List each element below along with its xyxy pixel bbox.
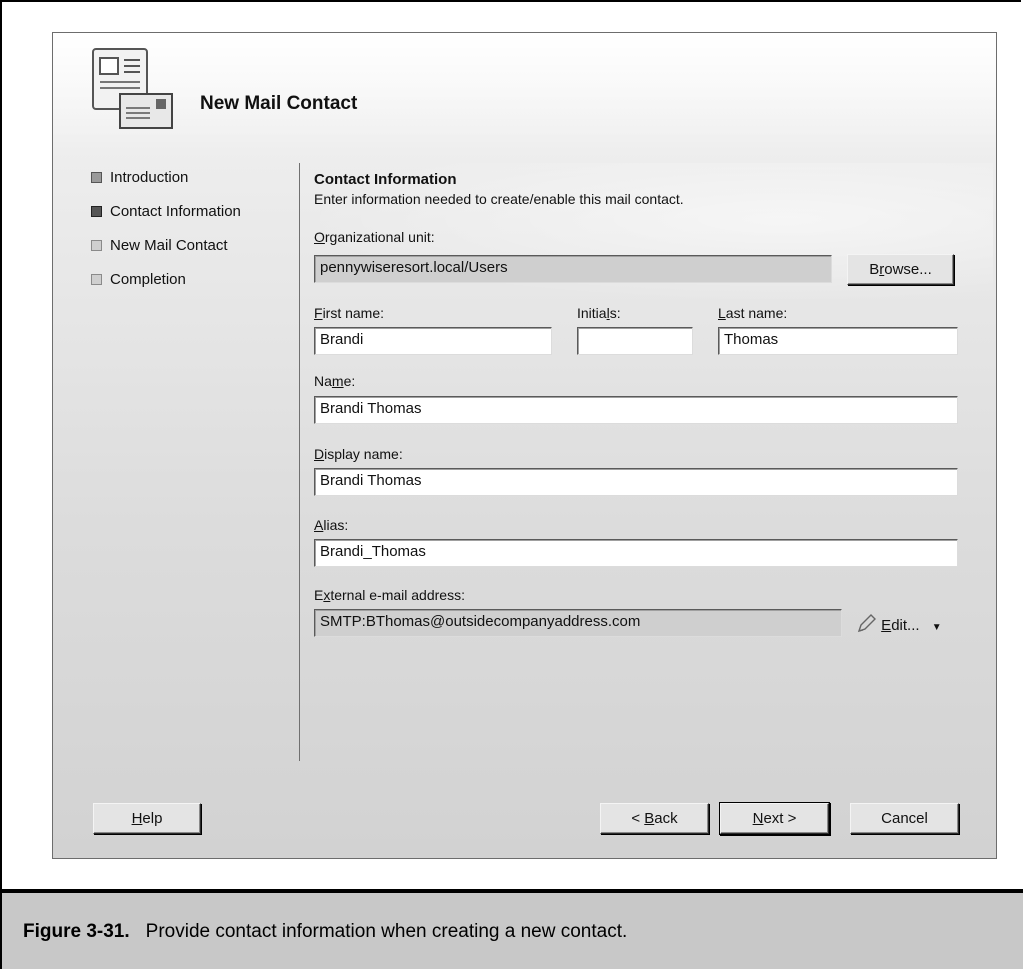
external-email-field: SMTP:BThomas@outsidecompanyaddress.com (314, 609, 842, 637)
figure-number: Figure 3-31. (23, 921, 130, 942)
step-label: Completion (110, 270, 186, 288)
alias-input[interactable]: Brandi_Thomas (314, 539, 958, 567)
step-new-mail-contact[interactable]: New Mail Contact (91, 233, 241, 257)
new-mail-contact-wizard: New Mail Contact Introduction Contact In… (52, 32, 997, 859)
step-status-icon (91, 273, 102, 285)
first-name-input[interactable]: Brandi (314, 327, 552, 355)
name-label: Name: (314, 373, 356, 389)
step-status-icon (91, 171, 102, 183)
figure-caption: Figure 3-31. Provide contact information … (0, 893, 1023, 969)
wizard-title: New Mail Contact (200, 93, 358, 114)
step-contact-information[interactable]: Contact Information (91, 199, 241, 223)
section-description: Enter information needed to create/enabl… (314, 191, 684, 207)
initials-input[interactable] (577, 327, 693, 355)
name-input[interactable]: Brandi Thomas (314, 396, 958, 424)
initials-label: Initials: (577, 305, 621, 321)
first-name-label: First name: (314, 305, 385, 321)
alias-label: Alias: (314, 517, 349, 533)
step-status-icon (91, 205, 102, 217)
cancel-button[interactable]: Cancel (850, 803, 959, 834)
section-title: Contact Information (314, 171, 457, 188)
caption-text: Provide contact information when creatin… (145, 921, 628, 942)
figure-frame: New Mail Contact Introduction Contact In… (0, 0, 1021, 890)
back-button[interactable]: < Back (600, 803, 709, 834)
step-status-icon (91, 239, 102, 251)
chevron-down-icon: ▼ (931, 622, 942, 633)
browse-button[interactable]: Browse... (847, 254, 954, 285)
display-name-label: Display name: (314, 446, 403, 462)
organizational-unit-field: pennywiseresort.local/Users (314, 255, 832, 283)
next-button[interactable]: Next > (720, 803, 829, 834)
pencil-icon (857, 614, 876, 633)
help-button[interactable]: Help (93, 803, 201, 834)
divider (299, 163, 300, 761)
edit-email-button[interactable]: Edit... ▼ (855, 613, 942, 635)
external-email-label: External e-mail address: (314, 587, 465, 603)
step-label: New Mail Contact (110, 236, 228, 254)
contact-information-panel: Contact Information Enter information ne… (314, 171, 996, 207)
step-label: Contact Information (110, 202, 241, 220)
step-introduction[interactable]: Introduction (91, 165, 241, 189)
display-name-input[interactable]: Brandi Thomas (314, 468, 958, 496)
last-name-label: Last name: (718, 305, 788, 321)
step-label: Introduction (110, 168, 189, 186)
last-name-input[interactable]: Thomas (718, 327, 958, 355)
step-completion[interactable]: Completion (91, 267, 241, 291)
mail-contact-icon (92, 48, 173, 129)
wizard-step-list: Introduction Contact Information New Mai… (91, 165, 241, 301)
organizational-unit-label: Organizational unit: (314, 229, 435, 245)
